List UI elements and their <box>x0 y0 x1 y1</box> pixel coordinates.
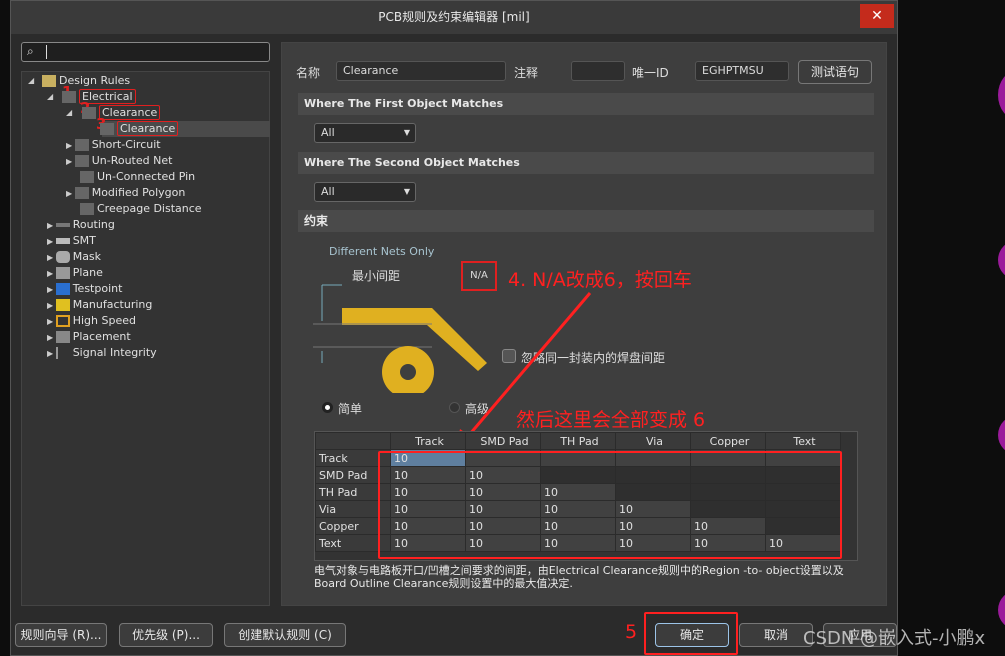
matrix-column-header: Via <box>615 432 691 450</box>
rule-icon <box>74 187 89 199</box>
constraints-header: 约束 <box>298 210 874 232</box>
tree-item-mask[interactable]: ▶ Mask <box>47 249 101 265</box>
smt-icon <box>55 238 70 244</box>
tree-item-short-circuit[interactable]: ▶ Short-Circuit <box>66 137 161 153</box>
min-clearance-label: 最小间距 <box>352 269 401 283</box>
testpoint-icon <box>55 283 70 295</box>
tree-item-un-routed-net[interactable]: ▶ Un-Routed Net <box>66 153 172 169</box>
matrix-corner <box>315 432 391 450</box>
tree-item-manufacturing[interactable]: ▶ Manufacturing <box>47 297 152 313</box>
search-input[interactable]: ⌕ <box>21 42 270 62</box>
create-default-rules-button[interactable]: 创建默认规则 (C) <box>224 623 346 647</box>
ok-button[interactable]: 确定 <box>655 623 729 647</box>
clearance-icon <box>82 107 96 119</box>
pcb-pad <box>998 590 1005 630</box>
pcb-pad <box>998 415 1005 455</box>
signal-integrity-icon <box>55 347 70 359</box>
tree-item-testpoint[interactable]: ▶ Testpoint <box>47 281 122 297</box>
tree-item-clearance-group[interactable]: Clearance <box>82 105 161 121</box>
clearance-icon <box>100 123 114 135</box>
annotation-arrow <box>456 292 592 449</box>
routing-icon <box>55 223 70 227</box>
plane-icon <box>55 267 70 279</box>
tree-item-un-connected-pin[interactable]: Un-Connected Pin <box>80 169 195 185</box>
simple-mode-label: 简单 <box>338 402 363 416</box>
placement-icon <box>55 331 70 343</box>
pcb-pad <box>998 70 1005 120</box>
tree-item-modified-polygon[interactable]: ▶ Modified Polygon <box>66 185 185 201</box>
rule-properties-panel: 名称 Clearance 注释 唯一ID EGHPTMSU 测试语句 Where… <box>281 42 887 606</box>
tree-item-signal-integrity[interactable]: ▶ Signal Integrity <box>47 345 157 361</box>
rule-icon <box>80 203 94 215</box>
tree-item-creepage-distance[interactable]: Creepage Distance <box>80 201 202 217</box>
first-match-header: Where The First Object Matches <box>298 93 874 115</box>
simple-mode-radio[interactable] <box>322 402 333 413</box>
folder-icon <box>42 75 56 87</box>
high-speed-icon <box>55 315 70 327</box>
rule-icon <box>74 155 89 167</box>
pcb-pad <box>998 240 1005 280</box>
tree-item-routing[interactable]: ▶ Routing <box>47 217 115 233</box>
tree-item-clearance-rule[interactable]: Clearance <box>100 121 179 137</box>
comment-label: 注释 <box>514 66 539 80</box>
annotation-5: 5 <box>625 621 638 643</box>
test-query-button[interactable]: 测试语句 <box>798 60 872 84</box>
manufacturing-icon <box>55 299 70 311</box>
comment-input[interactable] <box>571 61 625 81</box>
tree-item-plane[interactable]: ▶ Plane <box>47 265 103 281</box>
tree-item-design-rules[interactable]: Design Rules <box>42 73 130 89</box>
chevron-down-icon: ▼ <box>403 128 410 137</box>
close-icon[interactable]: ✕ <box>860 4 894 28</box>
mask-icon <box>55 251 70 263</box>
rule-wizard-button[interactable]: 规则向导 (R)... <box>15 623 107 647</box>
different-nets-label: Different Nets Only <box>329 245 435 258</box>
tree-item-placement[interactable]: ▶ Placement <box>47 329 131 345</box>
matrix-column-header: Text <box>765 432 841 450</box>
second-match-header: Where The Second Object Matches <box>298 152 874 174</box>
rule-description: 电气对象与电路板开口/凹槽之间要求的间距，由Electrical Clearan… <box>314 564 844 590</box>
search-icon: ⌕ <box>27 44 34 58</box>
second-match-select[interactable]: All ▼ <box>314 182 416 202</box>
matrix-column-header: Track <box>390 432 466 450</box>
tree-item-smt[interactable]: ▶ SMT <box>47 233 96 249</box>
tree-item-high-speed[interactable]: ▶ High Speed <box>47 313 136 329</box>
annotation-box <box>378 451 842 559</box>
electrical-icon <box>62 91 76 103</box>
watermark: CSDN @嵌入式-小鹏x <box>803 628 986 649</box>
name-input[interactable]: Clearance <box>336 61 506 81</box>
rules-tree: ◢ Design Rules ◢ 1 Electrical ◢ 2 Cleara… <box>21 71 270 606</box>
tree-item-electrical[interactable]: Electrical <box>62 89 136 105</box>
uid-input[interactable]: EGHPTMSU <box>695 61 789 81</box>
priority-button[interactable]: 优先级 (P)... <box>119 623 213 647</box>
min-clearance-input[interactable]: N/A <box>461 261 497 291</box>
rules-editor-dialog: PCB规则及约束编辑器 [mil] ✕ ⌕ ◢ Design Rules ◢ 1… <box>10 0 898 656</box>
window-title: PCB规则及约束编辑器 [mil] <box>11 1 897 34</box>
cancel-button[interactable]: 取消 <box>739 623 813 647</box>
uid-label: 唯一ID <box>632 66 669 80</box>
rule-icon <box>80 171 94 183</box>
first-match-select[interactable]: All ▼ <box>314 123 416 143</box>
matrix-column-header: Copper <box>690 432 766 450</box>
name-label: 名称 <box>296 66 321 80</box>
matrix-column-header: TH Pad <box>540 432 616 450</box>
chevron-down-icon: ▼ <box>403 187 410 196</box>
annotation-step-4: 4. N/A改成6，按回车 <box>508 269 692 291</box>
rule-icon <box>74 139 89 151</box>
matrix-column-header: SMD Pad <box>465 432 541 450</box>
